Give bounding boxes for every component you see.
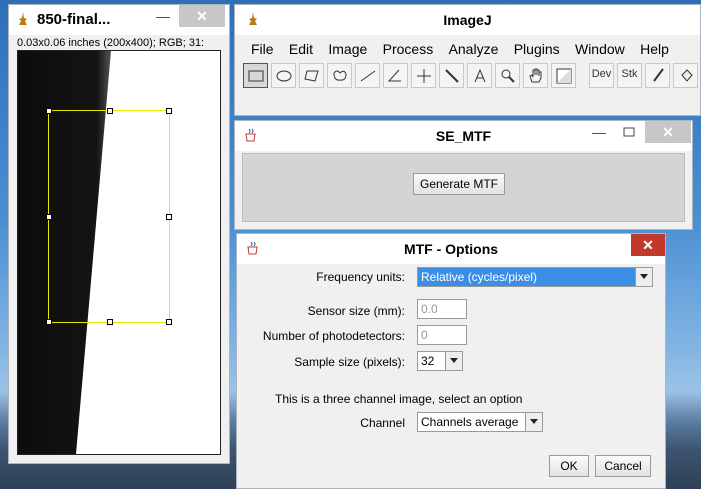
maximize-icon — [623, 127, 635, 137]
stk-tool[interactable]: Stk — [617, 63, 642, 88]
minimize-button[interactable]: — — [585, 121, 613, 143]
color-picker-icon — [556, 68, 572, 84]
image-window-title: 850-final... — [37, 11, 111, 28]
image-window: 850-final... — ✕ 0.03x0.06 inches (200x4… — [8, 4, 230, 464]
channel-select[interactable]: Channels average — [417, 412, 543, 432]
imagej-icon — [19, 12, 27, 25]
rectangle-icon — [248, 70, 264, 82]
angle-tool[interactable] — [383, 63, 408, 88]
dev-tool[interactable]: Dev — [589, 63, 614, 88]
menu-file[interactable]: File — [245, 38, 280, 60]
flood-fill-icon — [681, 69, 693, 82]
roi-handle[interactable] — [107, 108, 113, 114]
mtf-options-title: MTF - Options — [403, 241, 499, 257]
roi-handle[interactable] — [46, 319, 52, 325]
roi-handle[interactable] — [107, 319, 113, 325]
hand-icon — [529, 68, 542, 83]
magnifier-icon — [501, 69, 515, 83]
polygon-tool[interactable] — [299, 63, 324, 88]
wand-icon — [445, 69, 459, 83]
menu-image[interactable]: Image — [322, 38, 373, 60]
roi-rectangle[interactable] — [46, 108, 172, 325]
angle-icon — [387, 69, 401, 82]
line-tool[interactable] — [355, 63, 380, 88]
flood-fill-tool[interactable] — [673, 63, 698, 88]
stk-label: Stk — [621, 68, 638, 80]
roi-handle[interactable] — [46, 214, 52, 220]
dev-label: Dev — [591, 68, 612, 80]
text-icon — [474, 68, 486, 83]
roi-handle[interactable] — [166, 214, 172, 220]
chevron-down-icon[interactable] — [635, 268, 652, 286]
se-mtf-window: SE_MTF — ✕ Generate MTF — [234, 120, 693, 230]
brush-tool[interactable] — [645, 63, 670, 88]
close-button[interactable]: ✕ — [645, 121, 691, 143]
maximize-button[interactable] — [615, 121, 643, 143]
point-tool[interactable] — [411, 63, 436, 88]
image-window-titlebar[interactable]: 850-final... — ✕ — [9, 5, 229, 35]
brush-icon — [653, 68, 664, 82]
line-icon — [360, 70, 376, 82]
menu-edit[interactable]: Edit — [283, 38, 319, 60]
sample-size-label: Sample size (pixels): — [294, 355, 405, 369]
frequency-units-value: Relative (cycles/pixel) — [421, 270, 538, 284]
channel-label: Channel — [360, 416, 405, 430]
image-info: 0.03x0.06 inches (200x400); RGB; 31: — [17, 37, 205, 49]
imagej-title: ImageJ — [443, 12, 492, 28]
minimize-button[interactable]: — — [149, 5, 177, 27]
se-mtf-titlebar[interactable]: SE_MTF — ✕ — [235, 121, 692, 151]
imagej-titlebar[interactable]: ImageJ — [235, 5, 700, 35]
menu-analyze[interactable]: Analyze — [443, 38, 505, 60]
roi-handle[interactable] — [166, 108, 172, 114]
polygon-icon — [304, 70, 319, 82]
photodetectors-label: Number of photodetectors: — [262, 329, 405, 343]
mtf-options-titlebar[interactable]: MTF - Options ✕ — [237, 234, 665, 264]
color-picker-tool[interactable] — [551, 63, 576, 88]
sample-size-select[interactable]: 32 — [417, 351, 463, 371]
freehand-icon — [333, 70, 347, 81]
channel-value: Channels average — [421, 415, 519, 429]
menu-plugins[interactable]: Plugins — [508, 38, 566, 60]
generate-mtf-button[interactable]: Generate MTF — [413, 173, 505, 195]
channel-message: This is a three channel image, select an… — [275, 392, 523, 406]
menubar: File Edit Image Process Analyze Plugins … — [245, 38, 675, 60]
menu-help[interactable]: Help — [634, 38, 675, 60]
ok-button[interactable]: OK — [549, 455, 589, 477]
freehand-tool[interactable] — [327, 63, 352, 88]
frequency-units-select[interactable]: Relative (cycles/pixel) — [417, 267, 653, 287]
roi-handle[interactable] — [46, 108, 52, 114]
image-canvas[interactable] — [17, 50, 221, 455]
imagej-window: ImageJ File Edit Image Process Analyze P… — [234, 4, 701, 116]
cancel-button[interactable]: Cancel — [595, 455, 651, 477]
magnifier-tool[interactable] — [495, 63, 520, 88]
menu-process[interactable]: Process — [377, 38, 440, 60]
roi-handle[interactable] — [166, 319, 172, 325]
text-tool[interactable] — [467, 63, 492, 88]
close-button[interactable]: ✕ — [631, 234, 665, 256]
sensor-size-label: Sensor size (mm): — [307, 304, 405, 318]
oval-tool[interactable] — [271, 63, 296, 88]
menu-window[interactable]: Window — [569, 38, 631, 60]
mtf-options-dialog: MTF - Options ✕ Frequency units: Relativ… — [236, 233, 666, 489]
chevron-down-icon[interactable] — [445, 352, 462, 370]
frequency-units-label: Frequency units: — [316, 270, 405, 284]
rectangle-tool[interactable] — [243, 63, 268, 88]
sample-size-value: 32 — [421, 354, 435, 368]
hand-tool[interactable] — [523, 63, 548, 88]
oval-icon — [276, 70, 292, 82]
wand-tool[interactable] — [439, 63, 464, 88]
chevron-down-icon[interactable] — [525, 413, 542, 431]
close-button[interactable]: ✕ — [179, 5, 225, 27]
photodetectors-input[interactable]: 0 — [417, 325, 467, 345]
sensor-size-input[interactable]: 0.0 — [417, 299, 467, 319]
crosshair-icon — [417, 69, 431, 83]
